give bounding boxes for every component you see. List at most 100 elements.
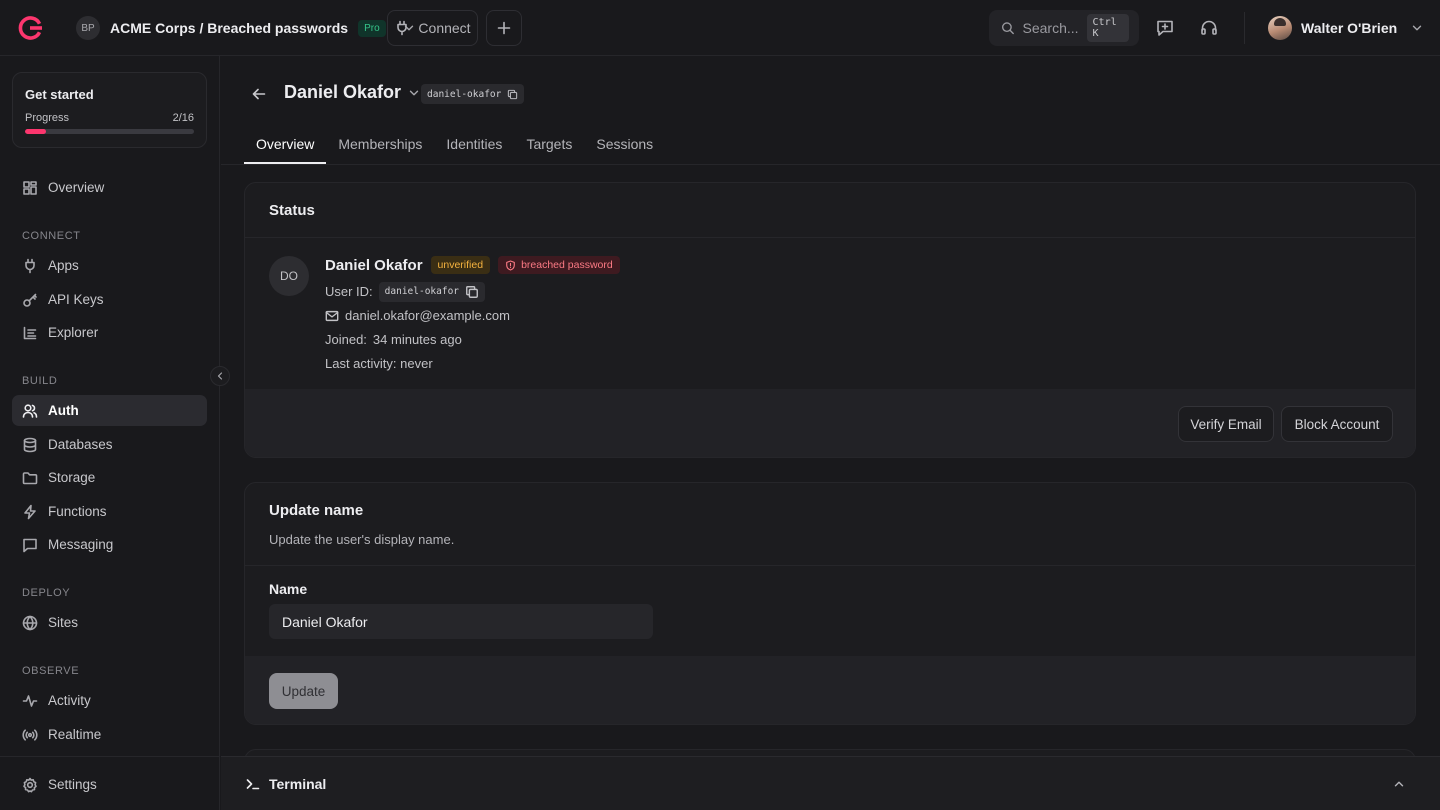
sidebar-item-explorer[interactable]: Explorer [12, 317, 207, 348]
update-name-card: Update name Update the user's display na… [244, 482, 1416, 725]
top-divider [1244, 12, 1245, 44]
appwrite-logo-icon[interactable] [17, 15, 43, 41]
sidebar-item-storage[interactable]: Storage [12, 462, 207, 493]
sidebar-item-databases[interactable]: Databases [12, 429, 207, 460]
user-info: Daniel Okafor unverified breached passwo… [325, 256, 620, 372]
plug-icon [397, 20, 408, 36]
status-card: Status DO Daniel Okafor unverified breac… [244, 182, 1416, 458]
sidebar-item-auth[interactable]: Auth [12, 395, 207, 426]
sidebar-item-apps[interactable]: Apps [12, 250, 207, 281]
joined-label: Joined: [325, 332, 367, 347]
folder-icon [22, 471, 38, 484]
connect-label: Connect [418, 20, 471, 36]
sidebar-item-label: API Keys [48, 292, 104, 307]
sidebar-divider [0, 756, 220, 757]
lightning-icon [24, 504, 36, 519]
sidebar-item-label: Explorer [48, 325, 99, 340]
chevron-down-icon [409, 90, 419, 95]
main-content: Daniel Okafor daniel-okafor Overview Mem… [221, 56, 1440, 779]
copy-icon [508, 89, 518, 99]
sidebar-item-overview[interactable]: Overview [12, 172, 207, 203]
sidebar-item-label: Settings [48, 777, 97, 792]
sidebar-item-functions[interactable]: Functions [12, 496, 207, 527]
sidebar-item-messaging[interactable]: Messaging [12, 529, 207, 560]
sidebar-item-label: Realtime [48, 727, 102, 742]
user-id-text: daniel-okafor [427, 88, 502, 100]
sidebar-item-label: Apps [48, 258, 79, 273]
chevron-up-icon[interactable] [1392, 777, 1406, 791]
block-account-button[interactable]: Block Account [1281, 406, 1393, 442]
sidebar-item-realtime[interactable]: Realtime [12, 719, 207, 750]
sidebar-item-label: Functions [48, 504, 107, 519]
search-shortcut: Ctrl K [1086, 14, 1129, 42]
feedback-icon[interactable] [1155, 18, 1175, 38]
sidebar-item-activity[interactable]: Activity [12, 685, 207, 716]
gear-icon [23, 777, 37, 792]
user-email: daniel.okafor@example.com [345, 308, 510, 323]
plus-icon [497, 21, 511, 35]
progress-count: 2/16 [172, 112, 194, 124]
card-divider [245, 237, 1415, 238]
add-button[interactable] [486, 10, 522, 46]
update-button[interactable]: Update [269, 673, 338, 709]
project-switcher[interactable]: BP ACME Corps / Breached passwords Pro [76, 16, 416, 40]
project-avatar: BP [76, 16, 100, 40]
joined-value: 34 minutes ago [372, 332, 462, 347]
plug-icon [25, 258, 35, 273]
users-icon [22, 403, 38, 418]
user-menu[interactable]: Walter O'Brien [1268, 16, 1424, 40]
verify-email-button[interactable]: Verify Email [1178, 406, 1274, 442]
last-activity: Last activity: never [325, 356, 433, 371]
status-card-title: Status [269, 202, 315, 219]
tab-overview[interactable]: Overview [244, 126, 327, 164]
sidebar-item-sites[interactable]: Sites [12, 607, 207, 638]
get-started-title: Get started [25, 87, 94, 102]
list-tree-icon [23, 326, 37, 339]
shield-alert-icon [506, 259, 515, 271]
sidebar-item-api-keys[interactable]: API Keys [12, 284, 207, 315]
search-input[interactable]: Search... Ctrl K [989, 10, 1139, 46]
sidebar-item-label: Activity [48, 693, 91, 708]
top-bar: BP ACME Corps / Breached passwords Pro C… [0, 0, 1440, 56]
progress-bar [25, 129, 194, 134]
tabs-divider [221, 164, 1440, 165]
search-placeholder: Search... [1022, 20, 1079, 36]
dashboard-icon [23, 180, 37, 195]
terminal-label: Terminal [269, 776, 327, 792]
message-icon [23, 538, 37, 552]
user-id-copy-pill[interactable]: daniel-okafor [421, 84, 525, 104]
connect-button[interactable]: Connect [387, 10, 478, 46]
sidebar-item-settings[interactable]: Settings [12, 769, 207, 800]
card-divider [245, 565, 1415, 566]
sidebar-item-label: Storage [48, 470, 96, 485]
get-started-card[interactable]: Get started Progress 2/16 [12, 72, 207, 148]
project-title: ACME Corps / Breached passwords [110, 20, 349, 36]
unverified-badge: unverified [430, 256, 491, 274]
arrow-left-icon[interactable] [251, 86, 267, 102]
user-id-text: daniel-okafor [384, 286, 460, 297]
name-field-label: Name [269, 581, 308, 597]
key-icon [23, 293, 37, 307]
terminal-icon [246, 779, 260, 790]
section-heading-observe: OBSERVE [22, 665, 80, 677]
section-heading-deploy: DEPLOY [22, 587, 71, 599]
page-title[interactable]: Daniel Okafor [284, 82, 421, 103]
tab-memberships[interactable]: Memberships [326, 126, 434, 164]
sidebar-item-label: Messaging [48, 537, 114, 552]
headset-support-icon[interactable] [1199, 18, 1219, 38]
tab-identities[interactable]: Identities [434, 126, 514, 164]
tab-bar: Overview Memberships Identities Targets … [244, 126, 665, 164]
plan-badge: Pro [358, 19, 386, 37]
tab-sessions[interactable]: Sessions [584, 126, 665, 164]
sidebar: Get started Progress 2/16 Overview CONNE… [0, 56, 220, 810]
terminal-panel[interactable]: Terminal [221, 756, 1440, 810]
update-name-description: Update the user's display name. [269, 532, 455, 547]
tab-targets[interactable]: Targets [514, 126, 584, 164]
name-field[interactable] [269, 604, 653, 639]
sidebar-item-label: Sites [48, 615, 79, 630]
avatar [1268, 16, 1292, 40]
section-heading-connect: CONNECT [22, 230, 81, 242]
page-title-text: Daniel Okafor [284, 82, 402, 102]
user-id-copy-pill[interactable]: daniel-okafor [378, 281, 486, 302]
user-name: Walter O'Brien [1301, 20, 1398, 36]
